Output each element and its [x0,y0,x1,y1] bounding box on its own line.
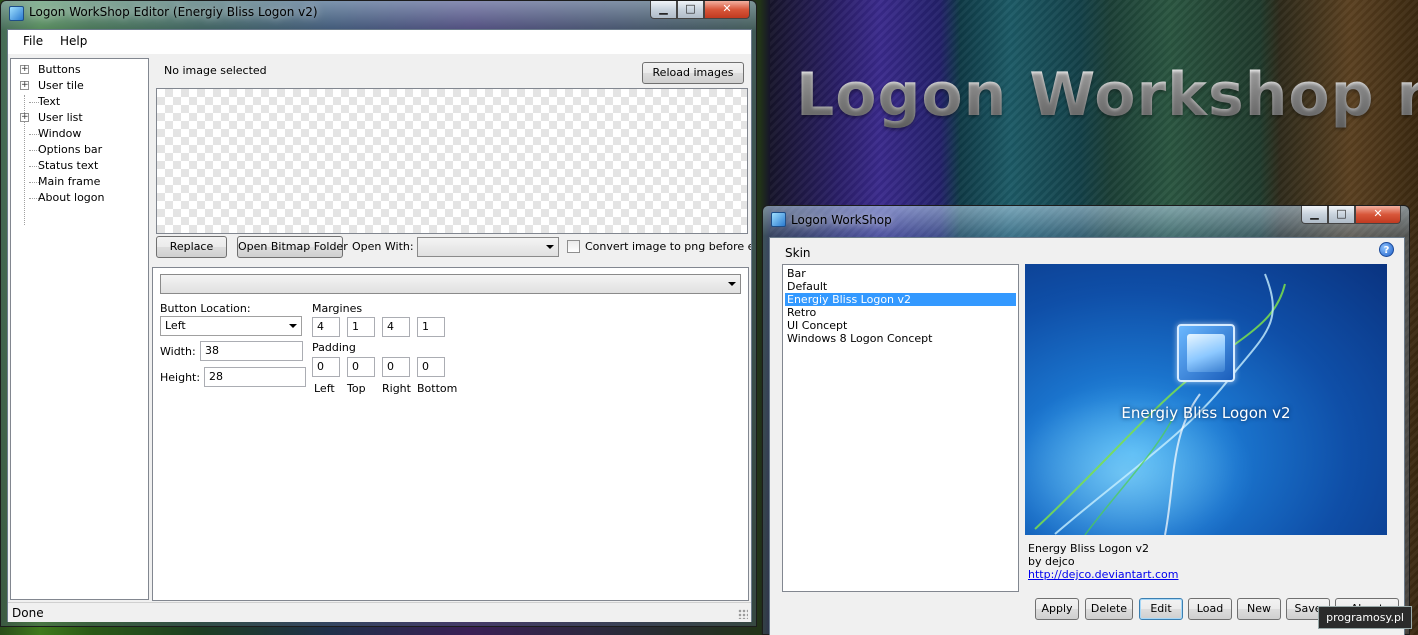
editor-caption-buttons: ▁ □ ✕ [650,1,750,19]
menu-bar: File Help [8,30,751,54]
skin-list-item[interactable]: UI Concept [785,319,1016,332]
padding-left-input[interactable]: 0 [312,357,340,377]
chevron-down-icon [728,282,736,286]
image-preview-area [156,88,748,234]
tree-item-label: Status text [38,159,99,172]
app-icon [9,6,24,21]
margin-top-input[interactable]: 1 [347,317,375,337]
skin-name: Energy Bliss Logon v2 [1028,542,1149,555]
expand-icon[interactable]: + [20,81,29,90]
padding-left-caption: Left [314,382,335,395]
apply-button[interactable]: Apply [1035,598,1079,620]
tree-item-label: Options bar [38,143,103,156]
close-button[interactable]: ✕ [1355,206,1401,224]
width-input[interactable]: 38 [200,341,303,361]
height-label: Height: [160,371,201,384]
watermark: programosy.pl [1318,606,1412,629]
skin-list-item-selected[interactable]: Energiy Bliss Logon v2 [785,293,1016,306]
tree-item-label: User tile [38,79,84,92]
padding-right-caption: Right [382,382,411,395]
editor-window: Logon WorkShop Editor (Energiy Bliss Log… [0,0,757,627]
open-with-select[interactable] [417,237,559,257]
button-location-value: Left [165,319,186,332]
open-with-label: Open With: [352,240,414,253]
replace-button[interactable]: Replace [156,236,227,258]
app-icon [771,212,786,227]
padding-bottom-caption: Bottom [417,382,458,395]
height-input[interactable]: 28 [204,367,306,387]
minimize-button[interactable]: ▁ [1301,206,1328,224]
button-location-select[interactable]: Left [160,316,302,336]
hero-title: Logon Workshop r2 [796,60,1418,130]
workshop-caption-buttons: ▁ □ ✕ [1301,206,1401,224]
maximize-button[interactable]: □ [1328,206,1355,224]
close-button[interactable]: ✕ [704,1,750,19]
button-location-label: Button Location: [160,302,251,315]
convert-png-checkbox[interactable] [567,240,580,253]
workshop-client-area: Skin ? Bar Default Energiy Bliss Logon v… [769,237,1405,635]
delete-button[interactable]: Delete [1085,598,1133,620]
skin-label: Skin [785,246,811,260]
margin-bottom-input[interactable]: 1 [417,317,445,337]
padding-label: Padding [312,341,356,354]
tree-item-label: Main frame [38,175,101,188]
padding-top-input[interactable]: 0 [347,357,375,377]
expand-icon[interactable]: + [20,65,29,74]
tree-item-label: About logon [38,191,105,204]
properties-panel: Button Location: Left Width: 38 Height: … [152,267,749,601]
width-label: Width: [160,345,196,358]
maximize-button[interactable]: □ [677,1,704,19]
image-status: No image selected [164,64,267,77]
element-select[interactable] [160,274,741,294]
workshop-title: Logon WorkShop [791,213,892,227]
menu-help[interactable]: Help [60,34,87,48]
minimize-button[interactable]: ▁ [650,1,677,19]
tree-item-label: User list [38,111,83,124]
editor-client-area: File Help + Buttons + User tile Text + User… [7,29,752,622]
skin-list-item[interactable]: Default [785,280,1016,293]
editor-titlebar[interactable]: Logon WorkShop Editor (Energiy Bliss Log… [1,1,756,25]
edit-button[interactable]: Edit [1139,598,1183,620]
margin-right-input[interactable]: 4 [382,317,410,337]
skin-author: by dejco [1028,555,1075,568]
preview-caption: Energiy Bliss Logon v2 [1121,404,1291,422]
editor-title: Logon WorkShop Editor (Energiy Bliss Log… [29,5,318,19]
margin-left-input[interactable]: 4 [312,317,340,337]
tree-item-label: Buttons [38,63,81,76]
open-bitmap-folder-button[interactable]: Open Bitmap Folder [237,236,348,258]
tree-item-label: Text [38,95,61,108]
menu-file[interactable]: File [23,34,43,48]
expand-icon[interactable]: + [20,113,29,122]
padding-top-caption: Top [347,382,366,395]
skin-list-item[interactable]: Windows 8 Logon Concept [785,332,1016,345]
image-panel: No image selected Reload images [154,58,751,264]
chevron-down-icon [546,245,554,249]
skin-list[interactable]: Bar Default Energiy Bliss Logon v2 Retro… [782,264,1019,592]
convert-png-clip: Convert image to png before editing [585,240,751,253]
user-tile-icon [1177,324,1235,382]
skin-author-link[interactable]: http://dejco.deviantart.com [1028,568,1179,581]
load-button[interactable]: Load [1188,598,1232,620]
reload-images-button[interactable]: Reload images [642,62,744,84]
margins-label: Margines [312,302,363,315]
padding-right-input[interactable]: 0 [382,357,410,377]
help-icon[interactable]: ? [1379,242,1394,257]
status-text: Done [12,606,44,620]
user-tile-image [1187,334,1225,372]
convert-png-label[interactable]: Convert image to png before editing [585,240,751,253]
skin-preview-image: Energiy Bliss Logon v2 [1025,264,1387,535]
status-bar: Done [8,602,751,622]
resize-grip-icon[interactable] [738,609,748,619]
preview-swirl-graphic [1034,273,1286,535]
element-tree[interactable]: + Buttons + User tile Text + User list Wind… [10,58,149,600]
tree-item-label: Window [38,127,82,140]
new-button[interactable]: New [1237,598,1281,620]
workshop-window: Logon WorkShop ▁ □ ✕ Skin ? Bar Default … [762,205,1410,635]
skin-list-item[interactable]: Retro [785,306,1016,319]
padding-bottom-input[interactable]: 0 [417,357,445,377]
chevron-down-icon [289,324,297,328]
skin-list-item[interactable]: Bar [785,267,1016,280]
